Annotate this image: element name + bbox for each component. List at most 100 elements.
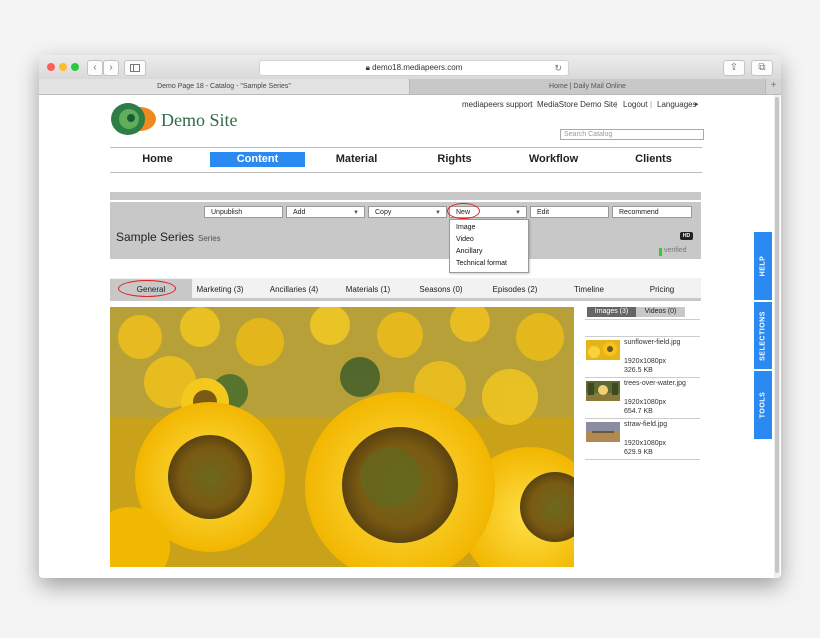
image-name: straw-field.jpg [624,421,668,428]
chevron-right-icon: ▸ [695,101,699,108]
copy-label: Copy [375,209,392,216]
sidebar-icon [130,64,140,72]
page-content: mediapeers support | MediaStore Demo Sit… [39,95,781,578]
image-name: trees-over-water.jpg [624,380,686,387]
highlight-circle [447,203,480,219]
tabs-overview-button[interactable]: ⧉ [751,60,773,76]
back-button[interactable]: ‹ [87,60,103,76]
browser-tab-demo[interactable]: Demo Page 18 - Catalog - "Sample Series" [39,79,410,94]
minimize-window-button[interactable] [59,63,67,71]
address-bar[interactable]: 🔒︎ demo18.mediapeers.com ↻ [259,60,569,76]
caret-down-icon: ▼ [435,210,441,216]
tab-ancillaries[interactable]: Ancillaries (4) [263,281,325,299]
browser-tab-bar: Demo Page 18 - Catalog - "Sample Series"… [39,79,781,95]
highlight-circle [118,280,176,297]
header-strip [110,192,701,200]
hd-badge: HD [680,232,693,240]
nav-clients[interactable]: Clients [606,153,701,165]
site-logo-text[interactable]: Demo Site [161,110,238,131]
recommend-label: Recommend [619,209,659,216]
close-window-button[interactable] [47,63,55,71]
item-type: Series [198,234,221,243]
share-icon: ⇪ [729,62,739,73]
image-size: 326.5 KB [624,367,653,374]
sunflower-photo [110,307,574,567]
reload-icon[interactable]: ↻ [554,61,562,75]
scrollbar-thumb[interactable] [775,97,779,573]
selections-side-tab[interactable]: SELECTIONS [754,302,772,369]
thumbnail-image [586,381,620,401]
search-input[interactable]: Search Catalog [560,129,704,140]
nav-bottom-divider [110,172,702,173]
image-size: 654.7 KB [624,408,653,415]
list-item[interactable]: straw-field.jpg 1920x1080px 629.9 KB [585,418,700,460]
new-tab-button[interactable]: + [765,79,781,94]
tabs-icon: ⧉ [758,62,766,73]
caret-down-icon: ▼ [515,210,521,216]
tab-pricing[interactable]: Pricing [631,281,693,299]
nav-rights[interactable]: Rights [407,153,502,165]
nav-content[interactable]: Content [210,152,305,167]
help-side-tab[interactable]: HELP [754,232,772,300]
link-mediastore[interactable]: MediaStore Demo Site [537,100,617,109]
add-dropdown[interactable]: Add ▼ [286,206,365,218]
link-logout[interactable]: Logout [623,100,647,109]
link-separator: | [650,100,653,109]
caret-down-icon: ▼ [353,210,359,216]
image-dims: 1920x1080px [624,399,667,406]
tab-images[interactable]: Images (3) [587,307,636,317]
link-separator: | [615,100,618,109]
list-item[interactable]: sunflower-field.jpg 1920x1080px 326.5 KB [585,336,700,377]
unpublish-button[interactable]: Unpublish [204,206,283,218]
title-bar: ‹ › 🔒︎ demo18.mediapeers.com ↻ ⇪ ⧉ [39,55,781,80]
lock-icon: 🔒︎ [365,63,370,72]
image-dims: 1920x1080px [624,440,667,447]
edit-button[interactable]: Edit [530,206,609,218]
list-item[interactable]: trees-over-water.jpg 1920x1080px 654.7 K… [585,377,700,418]
nav-top-divider [110,147,702,148]
menu-item-image[interactable]: Image [456,224,475,231]
tab-marketing[interactable]: Marketing (3) [189,281,251,299]
link-separator: | [530,100,533,109]
nav-home[interactable]: Home [110,153,205,165]
image-name: sunflower-field.jpg [624,339,681,346]
tab-materials[interactable]: Materials (1) [337,281,399,299]
image-dims: 1920x1080px [624,358,667,365]
media-divider [585,319,700,320]
unpublish-label: Unpublish [211,209,243,216]
chevron-right-icon: › [109,62,113,73]
menu-item-technical-format[interactable]: Technical format [456,260,507,267]
link-support[interactable]: mediapeers support [462,100,533,109]
new-menu: Image Video Ancillary Technical format [449,219,529,273]
thumbnail-image [586,340,620,360]
tools-label: TOOLS [759,391,767,419]
forward-button[interactable]: › [103,60,119,76]
status-indicator [659,248,662,256]
tab-timeline[interactable]: Timeline [558,281,620,299]
nav-material[interactable]: Material [309,153,404,165]
status-text: verified [664,247,687,254]
item-title: Sample Series [116,230,195,244]
browser-tab-dailymail[interactable]: Home | Daily Mail Online [410,79,765,94]
image-size: 629.9 KB [624,449,653,456]
tab-episodes[interactable]: Episodes (2) [484,281,546,299]
zoom-window-button[interactable] [71,63,79,71]
browser-window: ‹ › 🔒︎ demo18.mediapeers.com ↻ ⇪ ⧉ Demo … [39,55,781,578]
sidebar-toggle-button[interactable] [124,60,146,76]
tools-side-tab[interactable]: TOOLS [754,371,772,439]
recommend-button[interactable]: Recommend [612,206,692,218]
help-label: HELP [759,255,767,277]
tab-seasons[interactable]: Seasons (0) [410,281,472,299]
copy-dropdown[interactable]: Copy ▼ [368,206,447,218]
edit-label: Edit [537,209,550,216]
selections-label: SELECTIONS [759,310,767,361]
thumbnail-image [586,422,620,442]
share-button[interactable]: ⇪ [723,60,745,76]
chevron-left-icon: ‹ [93,62,97,73]
nav-workflow[interactable]: Workflow [506,153,601,165]
add-label: Add [293,209,306,216]
menu-item-ancillary[interactable]: Ancillary [456,248,482,255]
link-languages[interactable]: Languages [657,100,697,109]
menu-item-video[interactable]: Video [456,236,474,243]
tab-videos[interactable]: Videos (0) [636,307,685,317]
